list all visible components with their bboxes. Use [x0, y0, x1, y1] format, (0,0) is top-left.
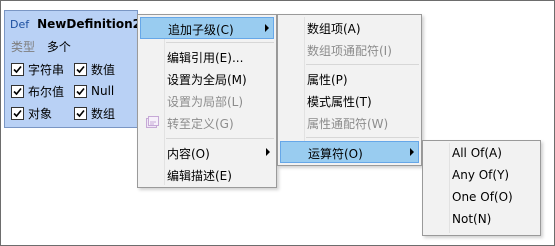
menu-item-property-wildcard[interactable]: 属性通配符(W): [280, 112, 419, 134]
type-row: 类型 多个: [11, 38, 71, 55]
menu-separator: [306, 137, 419, 138]
menu-item-any-of[interactable]: Any Of(Y): [425, 165, 538, 187]
checkbox-checked-icon: [11, 106, 24, 120]
menu-item-label: 数组项(A): [307, 22, 361, 36]
menu-item-array-item-wildcard[interactable]: 数组项通配符(I): [280, 39, 419, 61]
checkbox-checked-icon: [74, 106, 87, 120]
def-badge: Def: [10, 17, 30, 31]
menu-item-label: 转至定义(G): [167, 117, 234, 131]
go-to-definition-icon: [145, 115, 161, 131]
menu-item-label: Not(N): [452, 212, 492, 226]
menu-item-go-to-definition[interactable]: 转至定义(G): [140, 112, 274, 134]
menu-item-label: Any Of(Y): [452, 168, 510, 182]
type-value[interactable]: 多个: [47, 40, 71, 54]
menu-item-label: One Of(O): [452, 190, 513, 204]
checkbox-checked-icon: [11, 84, 24, 98]
menu-item-property[interactable]: 属性(P): [280, 68, 419, 90]
menu-separator: [166, 42, 274, 43]
menu-item-label: 模式属性(T): [307, 95, 372, 109]
menu-item-label: 编辑引用(E)...: [167, 51, 244, 65]
checkbox-object[interactable]: 对象: [11, 105, 52, 121]
menu-item-label: 数组项通配符(I): [307, 44, 392, 58]
context-menu: 追加子级(C) 编辑引用(E)... 设置为全局(M) 设置为局部(L) 转至定…: [137, 14, 277, 188]
definition-name[interactable]: NewDefinition2: [37, 17, 141, 31]
checkbox-label: 布尔值: [28, 84, 65, 99]
checkbox-label: 数组: [91, 106, 116, 121]
checkbox-checked-icon: [11, 62, 24, 76]
checkbox-label: Null: [91, 84, 115, 98]
menu-item-operator[interactable]: 运算符(O): [280, 141, 419, 163]
menu-item-label: 设置为全局(M): [167, 73, 247, 87]
menu-item-one-of[interactable]: One Of(O): [425, 187, 538, 209]
checkbox-checked-icon: [74, 62, 87, 76]
menu-item-label: 内容(O): [167, 147, 210, 161]
menu-item-set-global[interactable]: 设置为全局(M): [140, 68, 274, 90]
submenu-arrow-icon: [410, 148, 414, 156]
submenu-arrow-icon: [266, 148, 270, 156]
menu-item-append-child[interactable]: 追加子级(C): [140, 17, 274, 39]
menu-item-label: 属性通配符(W): [307, 117, 389, 131]
type-label: 类型: [11, 40, 36, 54]
checkbox-null[interactable]: Null: [74, 83, 114, 99]
menu-item-label: 属性(P): [307, 73, 348, 87]
menu-item-not[interactable]: Not(N): [425, 209, 538, 231]
definition-node[interactable]: Def NewDefinition2 类型 多个 字符串 数值 布尔值 Null…: [4, 10, 141, 128]
menu-item-set-local[interactable]: 设置为局部(L): [140, 90, 274, 112]
append-child-submenu: 数组项(A) 数组项通配符(I) 属性(P) 模式属性(T) 属性通配符(W) …: [277, 14, 422, 166]
menu-item-content[interactable]: 内容(O): [140, 142, 274, 164]
menu-item-label: 设置为局部(L): [167, 95, 244, 109]
menu-item-label: 编辑描述(E): [167, 169, 232, 183]
operator-submenu: All Of(A) Any Of(Y) One Of(O) Not(N): [422, 140, 541, 236]
menu-item-edit-reference[interactable]: 编辑引用(E)...: [140, 46, 274, 68]
checkbox-label: 数值: [91, 62, 116, 77]
menu-item-label: 追加子级(C): [168, 23, 234, 37]
checkbox-array[interactable]: 数组: [74, 105, 115, 121]
checkbox-label: 对象: [28, 106, 53, 121]
checkbox-boolean[interactable]: 布尔值: [11, 83, 64, 99]
menu-item-array-item[interactable]: 数组项(A): [280, 17, 419, 39]
checkbox-string[interactable]: 字符串: [11, 61, 64, 77]
menu-separator: [306, 64, 419, 65]
checkbox-label: 字符串: [28, 62, 65, 77]
menu-item-label: 运算符(O): [308, 147, 363, 161]
menu-item-label: All Of(A): [452, 146, 502, 160]
checkbox-checked-icon: [74, 84, 87, 98]
checkbox-number[interactable]: 数值: [74, 61, 115, 77]
menu-item-edit-description[interactable]: 编辑描述(E): [140, 164, 274, 186]
menu-item-pattern-property[interactable]: 模式属性(T): [280, 90, 419, 112]
menu-item-all-of[interactable]: All Of(A): [425, 143, 538, 165]
menu-separator: [166, 138, 274, 139]
definition-header: Def NewDefinition2: [10, 16, 141, 32]
submenu-arrow-icon: [265, 24, 269, 32]
